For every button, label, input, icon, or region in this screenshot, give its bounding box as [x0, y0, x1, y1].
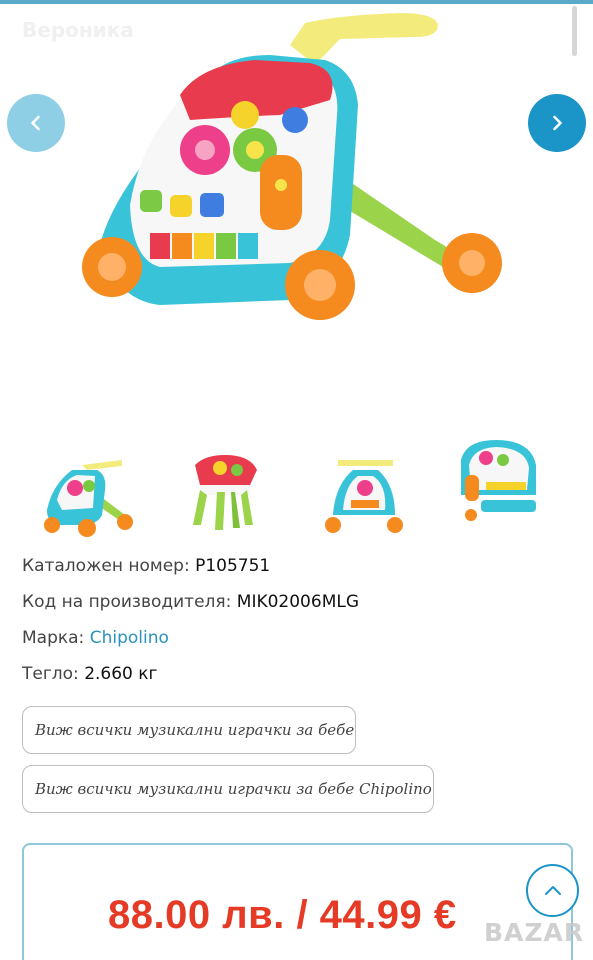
all-musical-toys-button[interactable]: Виж всички музикални играчки за бебе [22, 706, 356, 754]
thumbnail-walker-table [193, 455, 257, 530]
thumbnail-4[interactable] [436, 425, 566, 545]
product-main-image [82, 13, 502, 320]
watermark: BAZAR [484, 918, 585, 947]
catalog-number-label: Каталожен номер: [22, 556, 190, 576]
price-text: 88.00 лв. / 44.99 € [108, 893, 457, 937]
thumbnail-strip [22, 425, 572, 545]
top-accent-line [0, 0, 593, 4]
weight-row: Тегло: 2.660 кг [22, 661, 572, 697]
brand-row: Марка: Chipolino [22, 625, 572, 661]
thumbnail-walker-back [325, 460, 403, 533]
all-musical-toys-brand-button[interactable]: Виж всички музикални играчки за бебе Chi… [22, 765, 434, 813]
thumbnail-walker-front [44, 460, 133, 537]
chevron-up-icon [544, 885, 561, 895]
scrollbar-thumb[interactable] [572, 6, 577, 56]
product-details: Каталожен номер: P105751 Код на производ… [22, 553, 572, 697]
thumbnail-walker-panel [461, 440, 536, 521]
brand-label: Марка: [22, 628, 85, 648]
brand-link[interactable]: Chipolino [90, 628, 169, 648]
chevron-right-icon [553, 115, 562, 131]
weight-label: Тегло: [22, 664, 79, 684]
gallery-next-button[interactable] [528, 94, 586, 152]
thumbnail-2[interactable] [160, 425, 290, 545]
manufacturer-code-row: Код на производителя: MIK02006MLG [22, 589, 572, 625]
weight-value: 2.660 кг [84, 664, 158, 684]
scroll-to-top-button[interactable] [526, 864, 579, 917]
thumbnail-1[interactable] [22, 425, 152, 545]
gallery-prev-button[interactable] [7, 94, 65, 152]
catalog-number-value: P105751 [195, 556, 271, 576]
thumbnail-3[interactable] [298, 425, 428, 545]
catalog-number-row: Каталожен номер: P105751 [22, 553, 572, 589]
chevron-left-icon [31, 115, 40, 131]
manufacturer-code-label: Код на производителя: [22, 592, 232, 612]
seller-name: Вероника [22, 18, 134, 42]
manufacturer-code-value: MIK02006MLG [236, 592, 360, 612]
